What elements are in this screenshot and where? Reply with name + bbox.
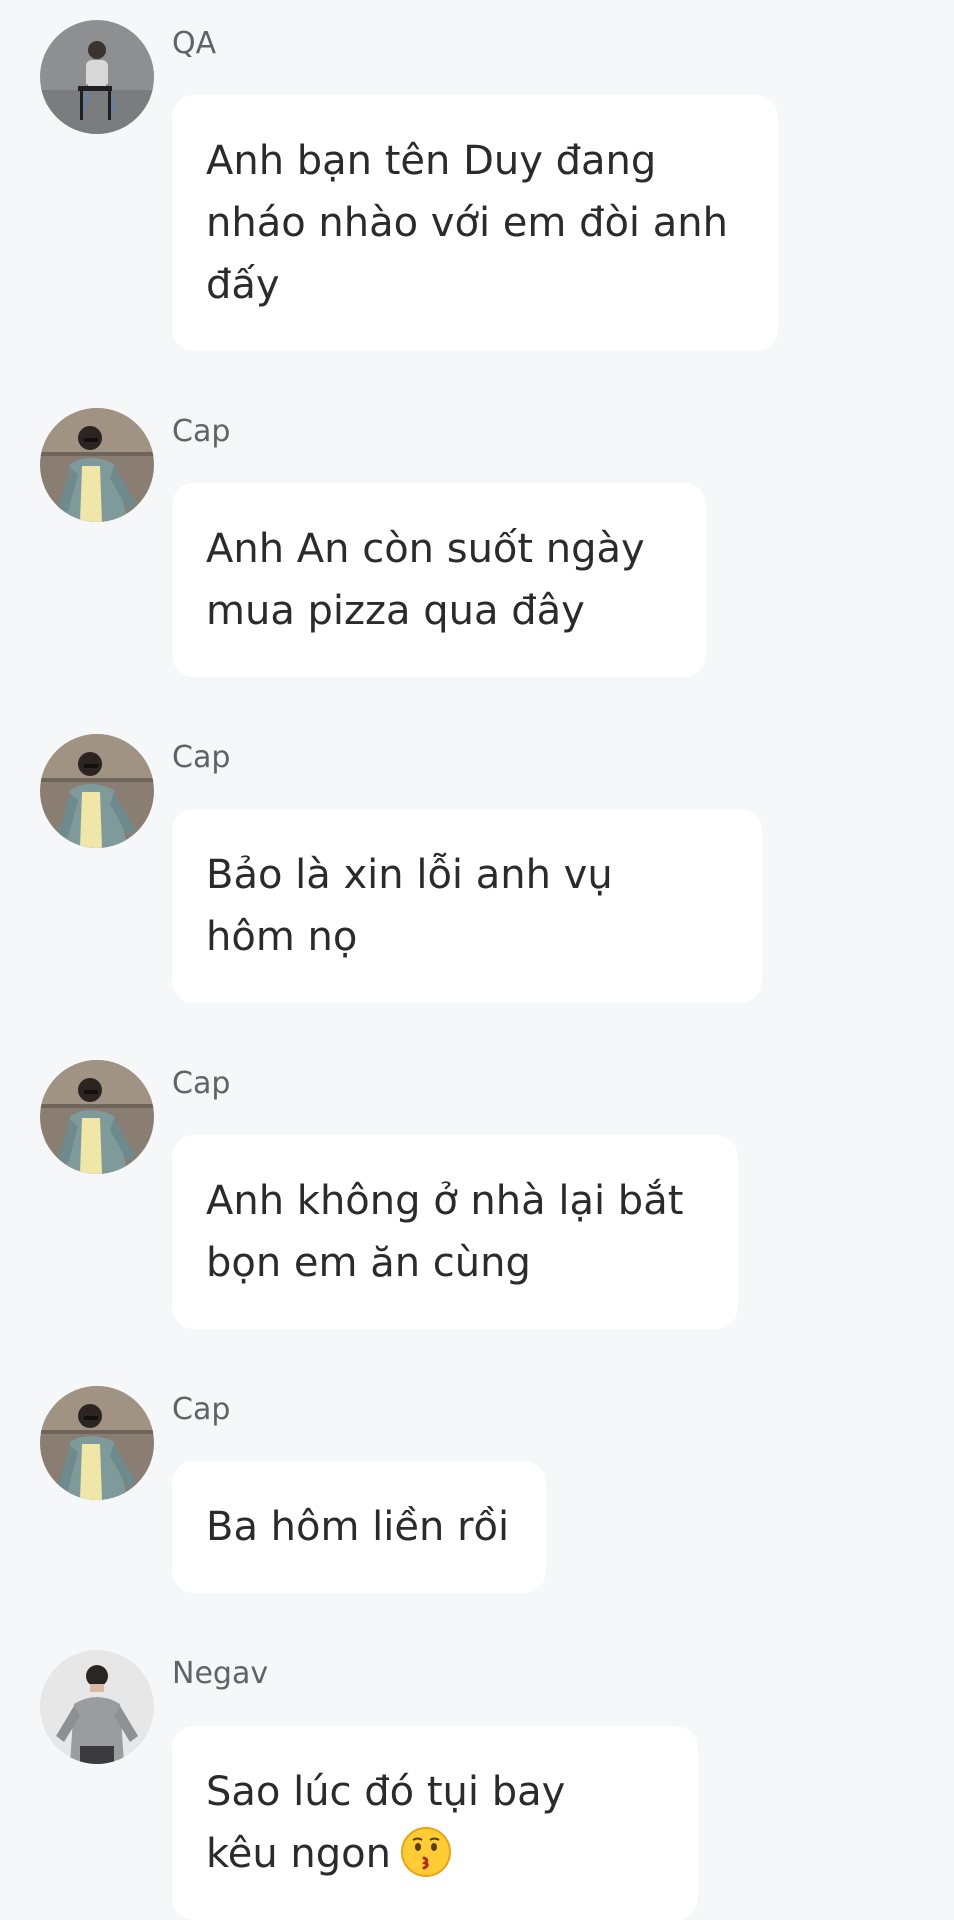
avatar-cap-icon[interactable] (40, 408, 154, 522)
message-bubble[interactable]: Ba hôm liền rồi (172, 1461, 546, 1593)
message-text: Sao lúc đó tụi bay kêu ngon (206, 1761, 565, 1885)
message-bubble[interactable]: Sao lúc đó tụi bay kêu ngon (172, 1726, 698, 1920)
kissing-face-icon (400, 1827, 451, 1877)
message-bubble[interactable]: Anh không ở nhà lại bắt bọn em ăn cùng (172, 1135, 738, 1329)
avatar-cap-icon[interactable] (40, 1386, 154, 1500)
avatar-negav-icon[interactable] (40, 1650, 154, 1764)
message-text-content: Sao lúc đó tụi bay kêu ngon (206, 1769, 566, 1877)
sender-name: Cap (172, 414, 231, 449)
message-bubble[interactable]: Anh bạn tên Duy đang nháo nhào với em đò… (172, 95, 778, 351)
message-text: Bảo là xin lỗi anh vụ hôm nọ (206, 852, 613, 960)
sender-name: QA (172, 26, 217, 61)
avatar-cap-icon[interactable] (40, 734, 154, 848)
message-text: Anh An còn suốt ngày mua pizza qua đây (206, 526, 645, 634)
message-bubble[interactable]: Anh An còn suốt ngày mua pizza qua đây (172, 483, 706, 677)
message-text: Anh không ở nhà lại bắt bọn em ăn cùng (206, 1178, 684, 1286)
sender-name: Cap (172, 1066, 231, 1101)
avatar-cap-icon[interactable] (40, 1060, 154, 1174)
avatar-qa-icon[interactable] (40, 20, 154, 134)
sender-name: Negav (172, 1656, 269, 1691)
message-text: Ba hôm liền rồi (206, 1504, 510, 1550)
message-bubble[interactable]: Bảo là xin lỗi anh vụ hôm nọ (172, 809, 762, 1003)
sender-name: Cap (172, 1392, 231, 1427)
sender-name: Cap (172, 740, 231, 775)
message-text: Anh bạn tên Duy đang nháo nhào với em đò… (206, 138, 728, 308)
